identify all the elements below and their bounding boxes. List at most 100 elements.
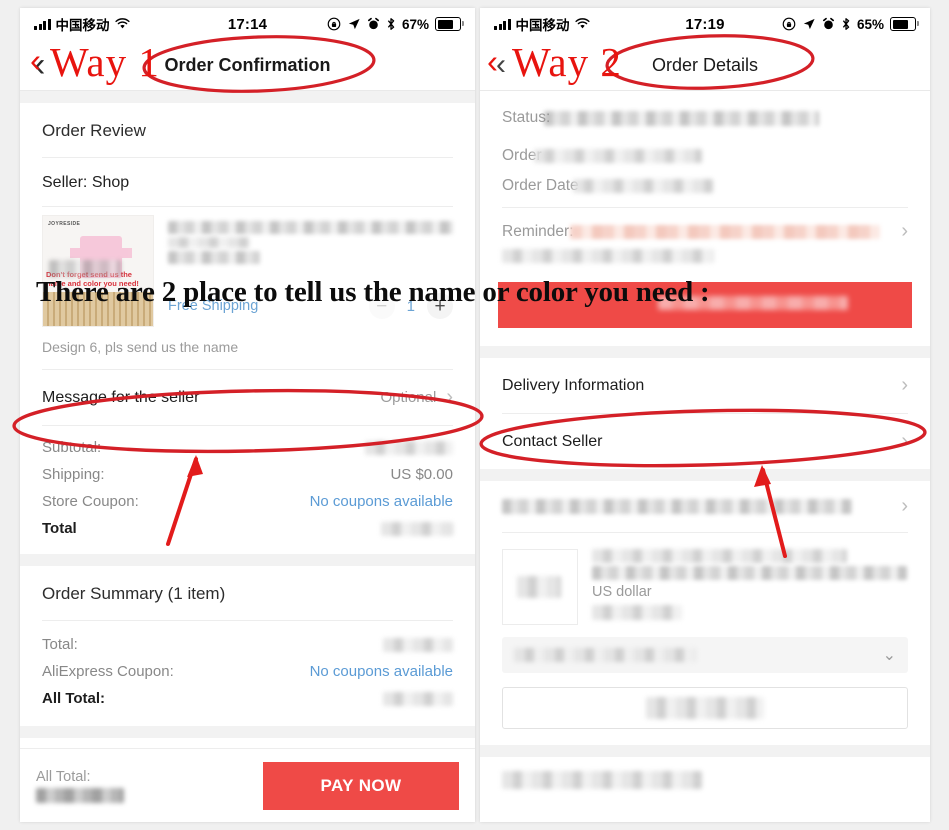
seller-label: Seller: (42, 174, 88, 191)
reminder-second-line (480, 249, 930, 272)
summary-row-aliexpress-coupon[interactable]: AliExpress Coupon: No coupons available (20, 658, 475, 685)
pay-bar-total: All Total: (36, 768, 124, 803)
summary-row-total: Total: (20, 631, 475, 658)
redaction-block (36, 788, 124, 803)
battery-percent-label: 67% (401, 16, 429, 32)
section-gap (20, 554, 475, 566)
redaction-block (502, 771, 702, 789)
phone-panel-way-1: 中国移动 17:14 67% ‹ Order Confirmation Orde… (20, 8, 475, 822)
product-row[interactable]: JOYRESIDE Don't forget send us the name … (20, 207, 475, 327)
annotation-way-1-chevron: ‹ (30, 42, 41, 79)
order-links-card: Delivery Information › Contact Seller › (480, 358, 930, 469)
section-gap (480, 346, 930, 358)
row-value: US $0.00 (390, 466, 453, 483)
redaction-block (383, 637, 453, 652)
row-label: Subtotal: (42, 439, 102, 456)
redaction-block (168, 251, 260, 264)
delivery-information-label: Delivery Information (502, 376, 645, 394)
section-gap (480, 745, 930, 757)
reminder-row[interactable]: Reminder: › (480, 208, 930, 249)
row-label: Reminder: (502, 222, 574, 240)
chevron-right-icon: › (446, 386, 453, 408)
row-label: Status: (502, 109, 551, 126)
message-for-seller-row[interactable]: Message for the seller Optional › (20, 370, 475, 425)
section-gap (20, 726, 475, 738)
order-summary-heading: Order Summary (1 item) (42, 584, 226, 603)
rotation-lock-icon (782, 17, 796, 31)
thumbnail-brand-label: JOYRESIDE (48, 221, 81, 227)
rotation-lock-icon (327, 17, 341, 31)
footer-card (480, 757, 930, 803)
row-label: Total (42, 520, 77, 537)
store-row-card[interactable]: › US dollar ⌄ (480, 481, 930, 745)
redaction-block (502, 249, 714, 263)
status-bar-right-group: 65% (782, 17, 919, 32)
contact-seller-label: Contact Seller (502, 432, 603, 450)
row-label: Shipping: (42, 466, 105, 483)
status-bar-right-group: 67% (327, 16, 464, 32)
product-variant-label: Design 6, pls send us the name (42, 339, 239, 355)
chevron-right-icon[interactable]: › (901, 495, 908, 518)
message-for-seller-label: Message for the seller (42, 388, 200, 406)
row-value-link[interactable]: No coupons available (310, 663, 453, 680)
total-row-subtotal: Subtotal: (20, 434, 475, 461)
all-total-label: All Total: (36, 769, 91, 785)
summary-row-all-total: All Total: (20, 685, 475, 712)
redaction-block (365, 440, 453, 455)
redaction-block (49, 260, 121, 277)
battery-icon (435, 17, 464, 31)
screenshot-stage: 中国移动 17:14 67% ‹ Order Confirmation Orde… (0, 0, 949, 830)
delivery-information-row[interactable]: Delivery Information › (480, 358, 930, 413)
total-row-shipping: Shipping: US $0.00 (20, 461, 475, 488)
message-for-seller-right: Optional › (380, 386, 453, 409)
row-label: Order Date (502, 177, 579, 194)
order-item-action-button[interactable] (502, 687, 908, 729)
row-label: Total: (42, 636, 78, 653)
order-review-card: Order Review Seller: Shop JOYRESIDE Don'… (20, 103, 475, 554)
pay-bar: All Total: PAY NOW (20, 748, 475, 822)
phone-panel-way-2: 中国移动 17:19 65% ‹ Order Details Status: O… (480, 8, 930, 822)
chevron-down-icon[interactable]: ⌄ (883, 645, 896, 665)
location-arrow-icon (803, 18, 815, 30)
annotation-way-2-label: Way 2 (512, 39, 622, 85)
total-row-total: Total (20, 515, 475, 542)
redaction-block (383, 691, 453, 706)
row-value-link[interactable]: No coupons available (310, 493, 453, 510)
chevron-right-icon[interactable]: › (901, 220, 908, 243)
status-row: Status: (480, 103, 930, 133)
redaction-block (168, 237, 250, 248)
product-thumbnail[interactable]: JOYRESIDE Don't forget send us the name … (42, 215, 154, 327)
annotation-way-1-label: Way 1 (50, 39, 160, 85)
product-info: Free Shipping − 1 + (154, 215, 453, 327)
redaction-block (168, 221, 453, 234)
order-item-info: US dollar (578, 549, 908, 625)
order-item-price-unit: US dollar (592, 584, 652, 600)
order-item-thumbnail[interactable] (502, 549, 578, 625)
message-for-seller-value: Optional (380, 389, 437, 406)
contact-seller-row[interactable]: Contact Seller › (480, 414, 930, 469)
totals-list: Subtotal: Shipping: US $0.00 Store Coupo… (20, 426, 475, 554)
seller-name[interactable]: Shop (92, 174, 129, 191)
row-label: All Total: (42, 690, 106, 707)
order-item-row[interactable]: US dollar (480, 533, 930, 625)
redaction-block (592, 566, 907, 580)
pay-now-button[interactable]: PAY NOW (263, 761, 459, 810)
row-label: AliExpress Coupon: (42, 663, 174, 680)
battery-icon (890, 17, 919, 31)
order-summary-list: Total: AliExpress Coupon: No coupons ava… (20, 621, 475, 726)
total-row-store-coupon[interactable]: Store Coupon: No coupons available (20, 488, 475, 515)
seller-line: Seller: Shop (20, 158, 475, 206)
bluetooth-icon (842, 18, 850, 30)
annotation-headline: There are 2 place to tell us the name or… (36, 276, 710, 308)
order-item-select[interactable]: ⌄ (502, 637, 908, 673)
redaction-block (502, 499, 852, 514)
store-row[interactable]: › (480, 481, 930, 532)
section-gap (480, 469, 930, 481)
order-number-row: Order (480, 133, 930, 171)
order-date-row: Order Date (480, 171, 930, 201)
redaction-block (514, 648, 696, 662)
status-bar-left: 中国移动 17:14 67% (20, 8, 475, 40)
redaction-block (572, 179, 713, 193)
alarm-clock-icon (367, 17, 379, 30)
